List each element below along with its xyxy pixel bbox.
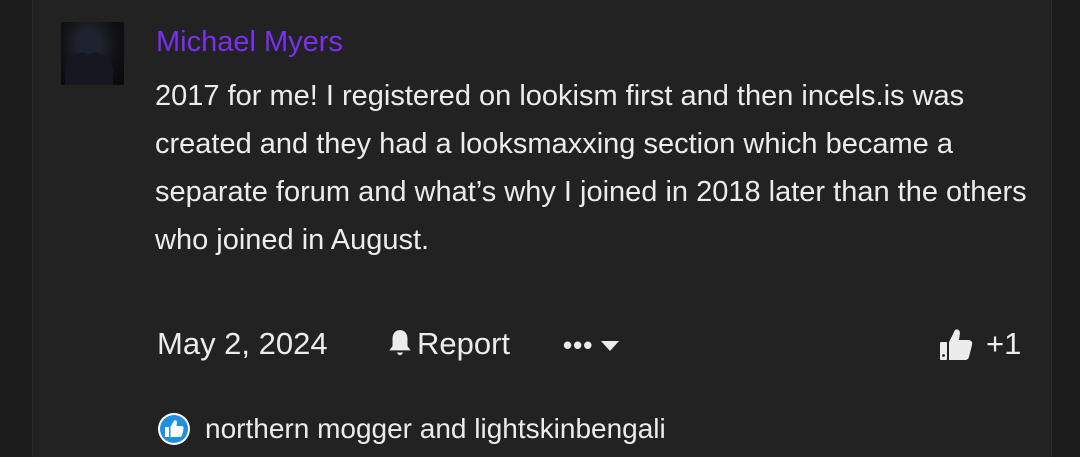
chevron-down-icon: [601, 340, 620, 351]
like-count: +1: [986, 326, 1022, 361]
post-message: 2017 for me! I registered on lookism fir…: [155, 80, 1027, 256]
username-link[interactable]: Michael Myers: [156, 26, 343, 59]
avatar[interactable]: [61, 22, 124, 85]
post-date[interactable]: May 2, 2024: [157, 326, 328, 362]
avatar-silhouette: [65, 52, 113, 85]
forum-post: Michael Myers 2017 for me! I registered …: [32, 0, 1052, 457]
post-actions: May 2, 2024 Report ••• +1: [33, 326, 1051, 370]
more-dots: •••: [563, 330, 594, 360]
report-label: Report: [417, 326, 511, 361]
report-button[interactable]: Report: [387, 326, 510, 362]
like-reaction-icon: [158, 413, 190, 445]
thumbs-up-icon: [940, 329, 973, 360]
more-options-button[interactable]: •••: [563, 330, 620, 361]
like-button[interactable]: +1: [938, 326, 1021, 362]
avatar-head: [78, 28, 100, 54]
bell-icon: [389, 330, 411, 356]
reactions-summary[interactable]: northern mogger and lightskinbengali: [157, 412, 666, 446]
reaction-users[interactable]: northern mogger and lightskinbengali: [205, 413, 666, 445]
